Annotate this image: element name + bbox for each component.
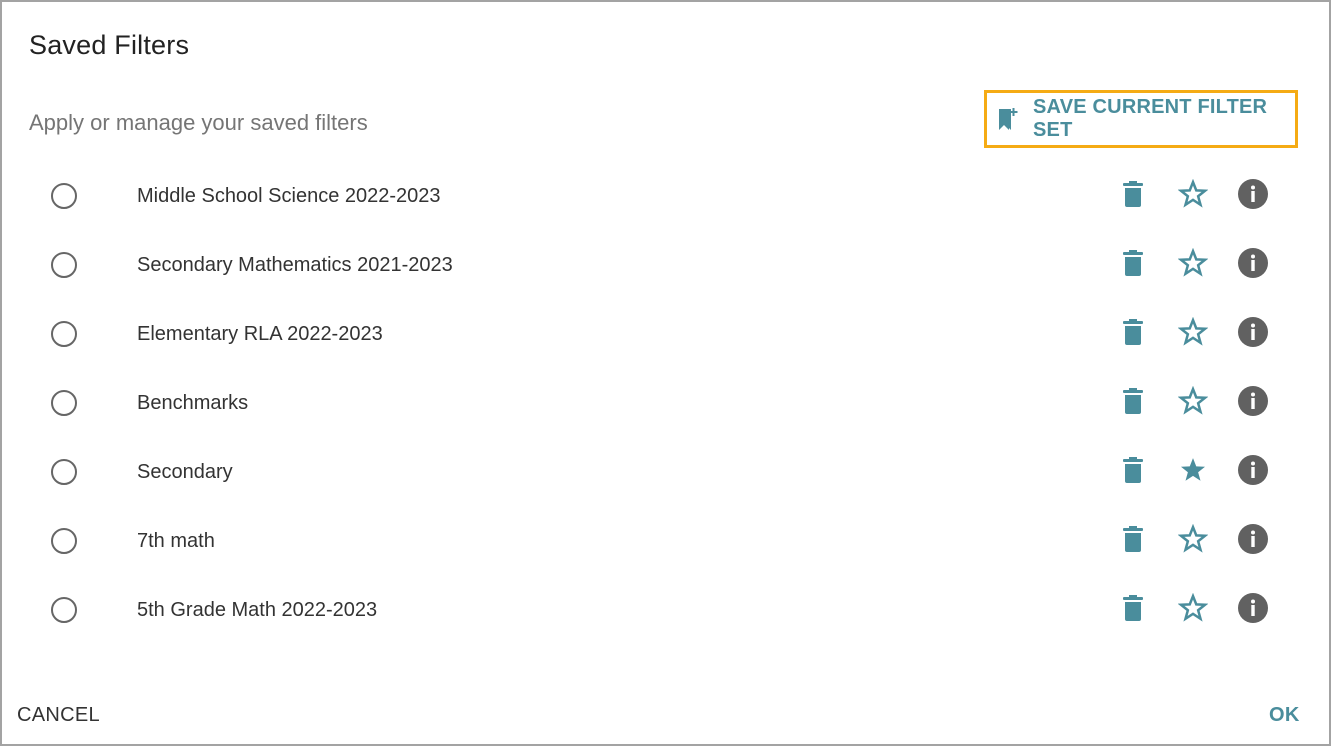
filter-info-button[interactable] (1237, 247, 1269, 283)
filter-name: Middle School Science 2022-2023 (137, 185, 441, 207)
ok-button[interactable]: OK (1269, 704, 1300, 727)
filter-info-button[interactable] (1237, 454, 1269, 490)
saved-filters-dialog: Saved Filters Apply or manage your saved… (0, 0, 1331, 746)
delete-filter-button[interactable] (1117, 387, 1149, 419)
filter-row: Benchmarks (2, 370, 1329, 439)
trash-icon (1122, 594, 1144, 627)
favorite-filter-button[interactable] (1177, 385, 1209, 421)
delete-filter-button[interactable] (1117, 318, 1149, 350)
info-icon (1238, 454, 1268, 490)
filter-info-button[interactable] (1237, 385, 1269, 421)
info-icon (1238, 247, 1268, 283)
filter-row: 5th Grade Math 2022-2023 (2, 577, 1329, 646)
filter-name: Secondary Mathematics 2021-2023 (137, 254, 453, 276)
filter-radio[interactable] (51, 459, 77, 485)
trash-icon (1122, 249, 1144, 282)
star-filled-icon (1178, 455, 1208, 490)
info-icon (1238, 316, 1268, 352)
filter-row: Secondary (2, 439, 1329, 508)
trash-icon (1122, 180, 1144, 213)
dialog-subtitle: Apply or manage your saved filters (29, 110, 368, 135)
filter-info-button[interactable] (1237, 523, 1269, 559)
filter-info-button[interactable] (1237, 592, 1269, 628)
dialog-title: Saved Filters (29, 30, 190, 60)
filter-info-button[interactable] (1237, 316, 1269, 352)
filter-row: Secondary Mathematics 2021-2023 (2, 232, 1329, 301)
trash-icon (1122, 387, 1144, 420)
delete-filter-button[interactable] (1117, 525, 1149, 557)
trash-icon (1122, 456, 1144, 489)
favorite-filter-button[interactable] (1177, 523, 1209, 559)
trash-icon (1122, 318, 1144, 351)
delete-filter-button[interactable] (1117, 249, 1149, 281)
favorite-filter-button[interactable] (1177, 247, 1209, 283)
delete-filter-button[interactable] (1117, 456, 1149, 488)
star-outline-icon (1177, 178, 1209, 214)
star-outline-icon (1177, 592, 1209, 628)
info-icon (1238, 523, 1268, 559)
filter-radio[interactable] (51, 390, 77, 416)
save-button-label: SAVE CURRENT FILTER SET (1033, 96, 1268, 141)
delete-filter-button[interactable] (1117, 594, 1149, 626)
filter-radio[interactable] (51, 321, 77, 347)
filter-info-button[interactable] (1237, 178, 1269, 214)
bookmark-add-icon (997, 106, 1019, 132)
info-icon (1238, 385, 1268, 421)
filter-name: 7th math (137, 530, 215, 552)
filter-name: Benchmarks (137, 392, 249, 414)
filter-row: Middle School Science 2022-2023 (2, 163, 1329, 232)
favorite-filter-button[interactable] (1177, 456, 1209, 488)
delete-filter-button[interactable] (1117, 180, 1149, 212)
filter-radio[interactable] (51, 597, 77, 623)
star-outline-icon (1177, 316, 1209, 352)
filter-radio[interactable] (51, 183, 77, 209)
filter-radio[interactable] (51, 252, 77, 278)
saved-filters-list: Middle School Science 2022-2023 Secondar… (2, 163, 1329, 646)
favorite-filter-button[interactable] (1177, 178, 1209, 214)
filter-name: 5th Grade Math 2022-2023 (137, 599, 378, 621)
filter-name: Elementary RLA 2022-2023 (137, 323, 383, 345)
filter-name: Secondary (137, 461, 233, 483)
star-outline-icon (1177, 385, 1209, 421)
trash-icon (1122, 525, 1144, 558)
favorite-filter-button[interactable] (1177, 316, 1209, 352)
filter-radio[interactable] (51, 528, 77, 554)
favorite-filter-button[interactable] (1177, 592, 1209, 628)
info-icon (1238, 178, 1268, 214)
info-icon (1238, 592, 1268, 628)
save-current-filter-set-button[interactable]: SAVE CURRENT FILTER SET (984, 90, 1298, 148)
cancel-button[interactable]: CANCEL (17, 704, 100, 727)
filter-row: 7th math (2, 508, 1329, 577)
star-outline-icon (1177, 523, 1209, 559)
star-outline-icon (1177, 247, 1209, 283)
filter-row: Elementary RLA 2022-2023 (2, 301, 1329, 370)
